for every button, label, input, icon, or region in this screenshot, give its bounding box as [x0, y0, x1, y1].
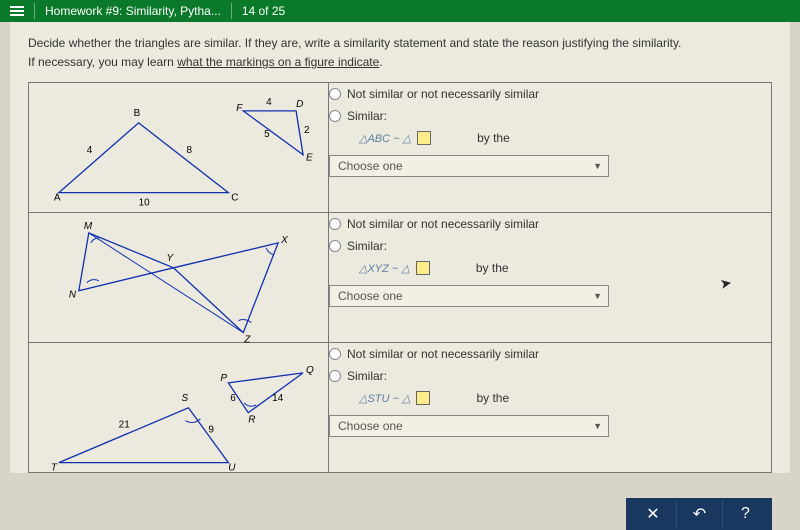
assignment-title: Homework #9: Similarity, Pytha... [45, 4, 221, 18]
label-F: F [236, 103, 243, 114]
radio-similar-3[interactable]: Similar: [329, 369, 771, 383]
label-B: B [134, 108, 141, 119]
figure-cell-3: T S U 21 9 P Q R 6 14 [29, 343, 329, 473]
side-FD: 4 [266, 97, 272, 108]
radio-icon [329, 88, 341, 100]
radio-icon [329, 218, 341, 230]
radio-not-similar-3[interactable]: Not similar or not necessarily similar [329, 347, 771, 361]
label-R: R [248, 415, 255, 426]
question-table: A B C 4 8 10 F D E 4 2 5 [28, 82, 772, 473]
figure-3: T S U 21 9 P Q R 6 14 [29, 343, 328, 473]
divider [34, 3, 35, 19]
answer-cell-3: Not similar or not necessarily similar S… [329, 343, 772, 473]
answer-input-2[interactable] [416, 261, 430, 275]
label-U: U [228, 463, 236, 473]
markings-link[interactable]: what the markings on a figure indicate [177, 55, 379, 69]
menu-icon[interactable] [10, 6, 24, 16]
label-A: A [54, 193, 61, 204]
reason-select-1[interactable]: Choose one ▼ [329, 155, 609, 177]
figure-2: M N Y X Z [29, 213, 328, 343]
undo-icon: ↶ [693, 504, 706, 524]
answer-cell-1: Not similar or not necessarily similar S… [329, 83, 772, 213]
radio-not-similar-1[interactable]: Not similar or not necessarily similar [329, 87, 771, 101]
divider [231, 3, 232, 19]
side-ST: 21 [119, 420, 131, 431]
chevron-down-icon: ▼ [593, 161, 602, 171]
close-icon: ✕ [646, 504, 659, 524]
chevron-down-icon: ▼ [593, 421, 602, 431]
prompt: Decide whether the triangles are similar… [28, 34, 772, 72]
answer-cell-2: Not similar or not necessarily similar S… [329, 213, 772, 343]
figure-1: A B C 4 8 10 F D E 4 2 5 [29, 83, 328, 213]
radio-icon [329, 370, 341, 382]
topbar: Homework #9: Similarity, Pytha... 14 of … [0, 0, 800, 22]
similarity-statement-1: △ABC ~ △ by the [359, 131, 771, 145]
chevron-down-icon: ▼ [593, 291, 602, 301]
side-PR: 6 [230, 393, 236, 404]
reason-select-2[interactable]: Choose one ▼ [329, 285, 609, 307]
label-X: X [280, 235, 288, 246]
undo-button[interactable]: ↶ [676, 500, 722, 528]
label-P: P [220, 373, 227, 384]
side-BC: 8 [186, 145, 192, 156]
tri-label-1: △ABC ~ △ [359, 132, 411, 145]
reason-select-3[interactable]: Choose one ▼ [329, 415, 609, 437]
page-root: Homework #9: Similarity, Pytha... 14 of … [0, 0, 800, 530]
label-Y: Y [167, 253, 175, 264]
help-button[interactable]: ? [722, 500, 768, 528]
label-C: C [231, 193, 238, 204]
label-T: T [51, 463, 58, 473]
side-AC: 10 [139, 198, 151, 209]
figure-cell-1: A B C 4 8 10 F D E 4 2 5 [29, 83, 329, 213]
label-D: D [296, 99, 303, 110]
radio-similar-1[interactable]: Similar: [329, 109, 771, 123]
side-AB: 4 [87, 145, 93, 156]
radio-icon [329, 348, 341, 360]
side-PQ: 14 [272, 393, 284, 404]
label-Z: Z [243, 335, 251, 343]
label-S: S [181, 393, 188, 404]
tri-label-3: △STU ~ △ [359, 392, 410, 405]
answer-input-1[interactable] [417, 131, 431, 145]
help-icon: ? [741, 505, 750, 523]
radio-icon [329, 110, 341, 122]
radio-icon [329, 240, 341, 252]
progress-count: 14 of 25 [242, 4, 285, 18]
side-DE: 2 [304, 125, 310, 136]
prompt-line2: If necessary, you may learn what the mar… [28, 53, 772, 72]
tri-label-2: △XYZ ~ △ [359, 262, 410, 275]
label-N: N [69, 290, 77, 301]
similarity-statement-2: △XYZ ~ △ by the [359, 261, 771, 275]
radio-similar-2[interactable]: Similar: [329, 239, 771, 253]
close-button[interactable]: ✕ [630, 500, 676, 528]
radio-not-similar-2[interactable]: Not similar or not necessarily similar [329, 217, 771, 231]
label-E: E [306, 153, 313, 164]
label-M: M [84, 221, 93, 232]
label-Q: Q [306, 365, 314, 376]
cursor-icon: ➤ [719, 274, 734, 293]
side-FE: 5 [264, 129, 270, 140]
similarity-statement-3: △STU ~ △ by the [359, 391, 771, 405]
answer-input-3[interactable] [416, 391, 430, 405]
figure-cell-2: M N Y X Z [29, 213, 329, 343]
footer-buttons: ✕ ↶ ? [626, 498, 772, 530]
prompt-line1: Decide whether the triangles are similar… [28, 34, 772, 53]
side-SU: 9 [208, 425, 214, 436]
content: Decide whether the triangles are similar… [10, 22, 790, 473]
